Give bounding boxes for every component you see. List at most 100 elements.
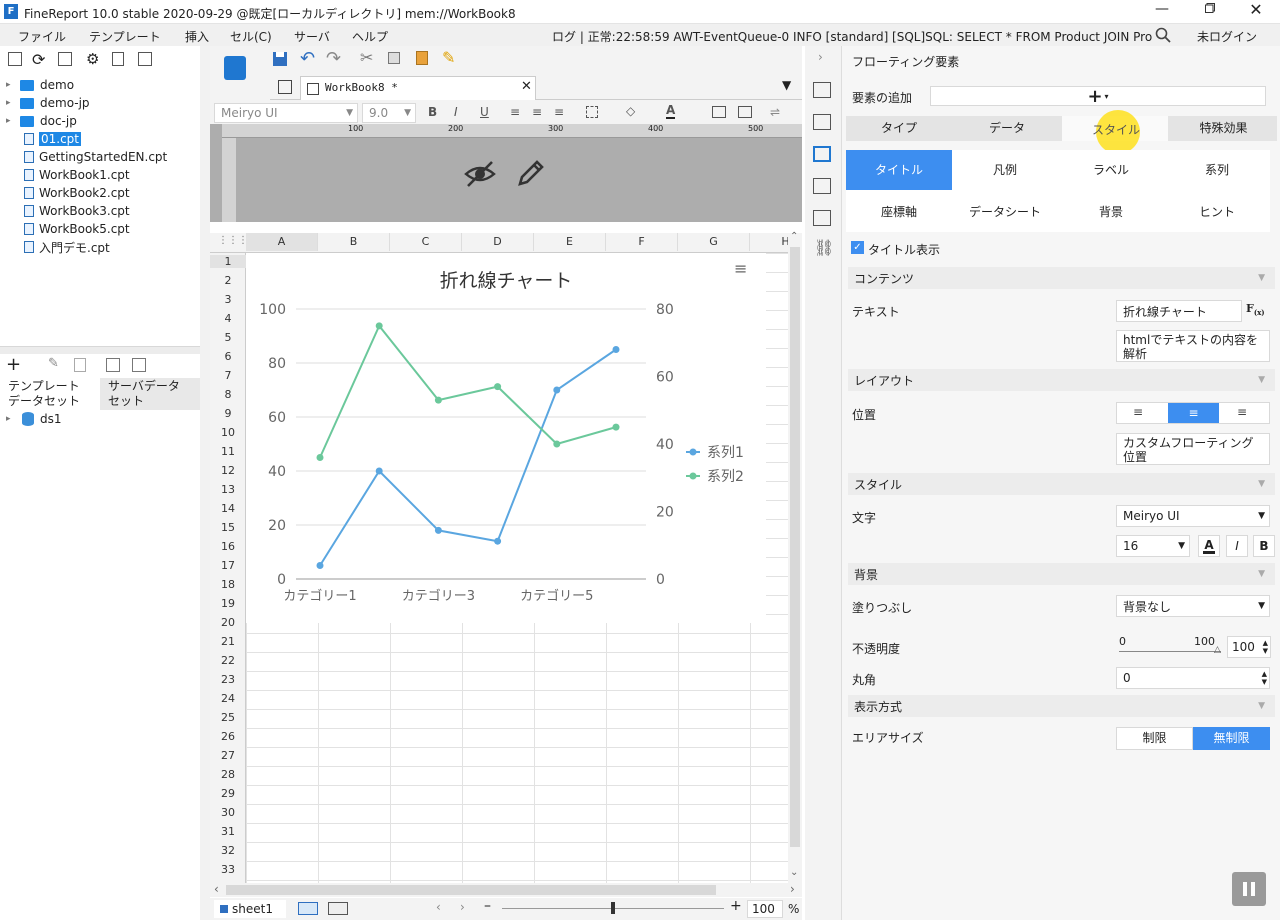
row-header-cell[interactable]: 18 — [210, 578, 246, 591]
condition-icon[interactable] — [813, 210, 831, 226]
section-content[interactable]: コンテンツ ▼ — [848, 267, 1275, 289]
close-button[interactable]: ✕ — [1244, 0, 1268, 20]
float-element-icon[interactable] — [813, 146, 831, 162]
hyperlink-icon[interactable]: ⛓ — [814, 238, 834, 257]
cell-element-icon[interactable] — [813, 82, 831, 98]
expand-arrow-icon[interactable]: ▸ — [6, 116, 16, 126]
paste-icon[interactable] — [416, 51, 428, 65]
radius-input[interactable]: 0 ▲ ▼ — [1116, 667, 1270, 689]
html-parse-checkbox[interactable]: htmlでテキストの内容を 解析 — [1116, 330, 1270, 362]
copy-icon[interactable] — [138, 52, 152, 66]
menu-cell[interactable]: セル(C) — [230, 28, 272, 45]
menu-template[interactable]: テンプレート — [89, 28, 161, 45]
cell-attr-icon[interactable] — [813, 114, 831, 130]
column-header-cell[interactable]: G — [678, 233, 750, 251]
menu-file[interactable]: ファイル — [18, 28, 66, 45]
row-header-cell[interactable]: 31 — [210, 825, 246, 838]
preview-icon[interactable] — [106, 358, 120, 372]
add-sheet-icon[interactable] — [298, 902, 318, 915]
section-display[interactable]: 表示方式 ▼ — [848, 695, 1275, 717]
edit-icon[interactable]: ✎ — [48, 356, 59, 371]
sheet-tab[interactable]: sheet1 — [214, 900, 286, 918]
row-header-cell[interactable]: 7 — [210, 369, 246, 382]
scroll-down-icon[interactable]: ⌄ — [790, 867, 798, 878]
scroll-left-icon[interactable]: ‹ — [214, 882, 219, 896]
tree-folder[interactable]: ▸ demo — [6, 76, 74, 94]
tab-close-icon[interactable]: ✕ — [521, 79, 532, 94]
menu-help[interactable]: ヘルプ — [352, 28, 388, 45]
italic-button[interactable]: I — [454, 105, 458, 119]
fill-select[interactable]: 背景なし ▼ — [1116, 595, 1270, 617]
row-header-cell[interactable]: 21 — [210, 635, 246, 648]
left-panel-divider[interactable] — [200, 46, 210, 920]
row-header-cell[interactable]: 32 — [210, 844, 246, 857]
restore-button[interactable] — [1198, 2, 1222, 22]
column-header-cell[interactable]: B — [318, 233, 390, 251]
expand-arrow-icon[interactable]: ▸ — [6, 98, 16, 108]
pause-button[interactable] — [1232, 872, 1266, 906]
format-painter-icon[interactable]: ✎ — [442, 48, 455, 67]
settings-icon[interactable]: ⚙ — [86, 50, 99, 68]
tab-server-dataset[interactable]: サーバデータ セット — [100, 378, 200, 410]
section-layout[interactable]: レイアウト ▼ — [848, 369, 1275, 391]
widget-icon[interactable] — [813, 178, 831, 194]
tab-effect[interactable]: 特殊効果 — [1170, 116, 1277, 141]
tree-file[interactable]: WorkBook5.cpt — [6, 220, 130, 238]
copy-icon[interactable] — [388, 52, 400, 64]
minimize-button[interactable]: — — [1150, 1, 1174, 21]
formula-button[interactable]: F(x) — [1246, 302, 1265, 317]
row-header-cell[interactable]: 13 — [210, 483, 246, 496]
tree-file[interactable]: WorkBook3.cpt — [6, 202, 130, 220]
column-header-cell[interactable]: H — [750, 233, 788, 251]
section-style[interactable]: スタイル ▼ — [848, 473, 1275, 495]
unmerge-icon[interactable] — [738, 106, 752, 118]
hscroll-thumb[interactable] — [226, 885, 716, 895]
panel-splitter[interactable] — [0, 346, 200, 354]
horizontal-scrollbar[interactable]: ‹ › — [210, 882, 802, 897]
tab-type[interactable]: タイプ — [846, 116, 952, 141]
tree-folder[interactable]: ▸ doc-jp — [6, 112, 77, 130]
hide-icon[interactable] — [464, 160, 496, 188]
menu-insert[interactable]: 挿入 — [185, 28, 209, 45]
align-right-icon[interactable]: ≡ — [1237, 405, 1247, 419]
row-header-cell[interactable]: 17 — [210, 559, 246, 572]
align-center-icon[interactable]: ≡ — [1168, 403, 1219, 423]
vertical-scrollbar[interactable]: ⌃ ⌄ — [788, 231, 802, 883]
server-dataset-icon[interactable] — [132, 358, 146, 372]
show-title-checkbox[interactable]: ✓ — [851, 241, 864, 254]
border-icon[interactable] — [586, 106, 598, 118]
row-header-cell[interactable]: 3 — [210, 293, 246, 306]
column-header-cell[interactable]: A — [246, 233, 318, 251]
delete-icon[interactable] — [74, 358, 86, 372]
wrap-icon[interactable]: ⇌ — [770, 105, 780, 119]
row-header-cell[interactable]: 22 — [210, 654, 246, 667]
tree-folder[interactable]: ▸ demo-jp — [6, 94, 90, 112]
next-sheet-icon[interactable]: › — [460, 900, 465, 914]
redo-icon[interactable]: ↷ — [326, 48, 341, 69]
row-header-cell[interactable]: 30 — [210, 806, 246, 819]
log-status[interactable]: ログ | 正常:22:58:59 AWT-EventQueue-0 INFO [… — [552, 28, 1152, 45]
designer-mode-icon[interactable] — [224, 56, 246, 80]
row-header-cell[interactable]: 20 — [210, 616, 246, 629]
zoom-slider-thumb[interactable] — [611, 902, 615, 914]
column-header-cell[interactable]: D — [462, 233, 534, 251]
collapse-panel-icon[interactable]: › — [818, 50, 823, 64]
row-header-cell[interactable]: 19 — [210, 597, 246, 610]
subtab-label[interactable]: ラベル — [1058, 150, 1164, 190]
row-header-cell[interactable]: 1 — [210, 255, 246, 268]
tab-menu-icon[interactable]: ▼ — [782, 78, 791, 92]
tab-style[interactable]: スタイル — [1062, 110, 1168, 154]
scroll-right-icon[interactable]: › — [790, 882, 795, 896]
opacity-input[interactable]: 100 ▲ ▼ — [1227, 636, 1271, 658]
row-header-cell[interactable]: 28 — [210, 768, 246, 781]
tree-file[interactable]: WorkBook2.cpt — [6, 184, 130, 202]
add-polysheet-icon[interactable] — [328, 902, 348, 915]
row-header-cell[interactable]: 24 — [210, 692, 246, 705]
login-status[interactable]: 未ログイン — [1197, 28, 1257, 45]
row-header-cell[interactable]: 9 — [210, 407, 246, 420]
prev-sheet-icon[interactable]: ‹ — [436, 900, 441, 914]
subtab-series[interactable]: 系列 — [1164, 150, 1270, 190]
subtab-axis[interactable]: 座標軸 — [846, 192, 952, 232]
area-limited-button[interactable]: 制限 — [1116, 727, 1193, 750]
font-family-select[interactable]: Meiryo UI ▼ — [1116, 505, 1270, 527]
